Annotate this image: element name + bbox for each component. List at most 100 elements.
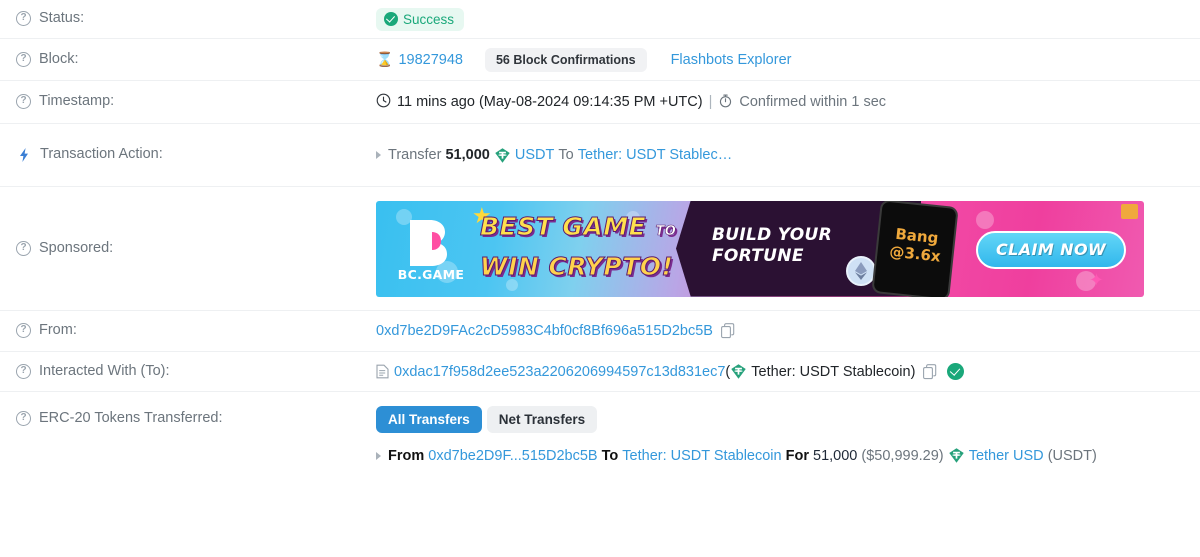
expand-caret-icon[interactable] <box>376 151 381 159</box>
copy-icon[interactable] <box>721 323 735 339</box>
close-paren: ) <box>910 363 916 380</box>
transfer-token-symbol: (USDT) <box>1047 447 1097 464</box>
row-transaction-action: Transaction Action: Transfer 51,000 USDT… <box>0 124 1200 187</box>
transaction-details-panel: ? Status: Success ? Block: ⌛ 19827948 56… <box>0 0 1200 474</box>
row-label-status: ? Status: <box>16 10 376 27</box>
banner-headline-2: WIN CRYPTO! <box>479 251 674 281</box>
check-circle-icon <box>384 12 398 26</box>
row-from: ? From: 0xd7be2D9FAc2cD5983C4bf0cf8Bf696… <box>0 311 1200 352</box>
transfer-token-name-link[interactable]: Tether USD <box>969 448 1044 464</box>
label-text: Transaction Action: <box>40 146 163 163</box>
question-circle-icon[interactable]: ? <box>16 411 31 427</box>
label-text: ERC-20 Tokens Transferred: <box>39 410 223 426</box>
transfer-for-word: For <box>785 447 809 464</box>
timestamp-absolute: (May-08-2024 09:14:35 PM +UTC) <box>478 94 703 110</box>
row-value-interacted-with: 0xdac17f958d2ee523a2206206994597c13d831e… <box>376 363 1184 380</box>
banner-headline-1: BEST GAME TO <box>479 211 677 246</box>
tab-net-transfers[interactable]: Net Transfers <box>486 406 598 433</box>
question-circle-icon[interactable]: ? <box>16 11 31 27</box>
erc20-tab-group: All Transfers Net Transfers <box>376 406 1184 433</box>
verified-check-icon <box>947 363 965 380</box>
row-sponsored: ? Sponsored: BC.GAME ★ BEST GAME TO WIN … <box>0 187 1200 311</box>
usdt-token-icon <box>494 147 511 164</box>
flashbots-explorer-link[interactable]: Flashbots Explorer <box>671 52 792 68</box>
row-timestamp: ? Timestamp: 11 mins ago (May-08-2024 09… <box>0 81 1200 124</box>
contract-address-link[interactable]: 0xdac17f958d2ee523a2206206994597c13d831e… <box>394 364 725 380</box>
block-number-link[interactable]: 19827948 <box>398 52 463 68</box>
sponsored-banner-ad[interactable]: BC.GAME ★ BEST GAME TO WIN CRYPTO! BUILD… <box>376 200 1144 297</box>
from-address-link[interactable]: 0xd7be2D9FAc2cD5983C4bf0cf8Bf696a515D2bc… <box>376 323 713 339</box>
stopwatch-icon <box>718 93 733 112</box>
row-value-timestamp: 11 mins ago (May-08-2024 09:14:35 PM +UT… <box>376 93 1184 112</box>
pink-star-icon: ✦ <box>1088 269 1104 290</box>
label-text: Status: <box>39 10 85 27</box>
bc-game-wordmark: BC.GAME <box>397 266 465 282</box>
row-erc20-transfers: ? ERC-20 Tokens Transferred: All Transfe… <box>0 392 1200 474</box>
action-verb: Transfer <box>388 147 442 163</box>
row-label-from: ? From: <box>16 322 376 339</box>
row-value-from: 0xd7be2D9FAc2cD5983C4bf0cf8Bf696a515D2bc… <box>376 323 1184 339</box>
row-label-block: ? Block: <box>16 51 376 68</box>
label-text: Sponsored: <box>39 239 114 256</box>
banner-tagline-1: BUILD YOUR <box>712 224 832 245</box>
banner-headline-to: TO <box>655 223 677 239</box>
status-badge: Success <box>376 7 465 31</box>
row-value-transaction-action: Transfer 51,000 USDT To Tether: USDT Sta… <box>376 147 1184 164</box>
action-token-link[interactable]: USDT <box>515 147 554 163</box>
row-label-sponsored: ? Sponsored: <box>16 240 376 257</box>
question-circle-icon[interactable]: ? <box>16 323 31 339</box>
action-to-word: To <box>558 147 574 163</box>
question-circle-icon[interactable]: ? <box>16 240 31 256</box>
row-label-erc20: ? ERC-20 Tokens Transferred: <box>16 406 376 427</box>
timestamp-relative: 11 mins ago <box>397 94 475 110</box>
tab-all-transfers[interactable]: All Transfers <box>376 406 482 433</box>
label-text: Interacted With (To): <box>39 362 170 379</box>
label-text: From: <box>39 322 77 339</box>
usdt-token-icon <box>948 447 965 464</box>
row-block: ? Block: ⌛ 19827948 56 Block Confirmatio… <box>0 39 1200 81</box>
block-confirmations-badge: 56 Block Confirmations <box>484 47 647 72</box>
lightning-bolt-icon <box>16 147 32 163</box>
transfer-usd-value: ($50,999.29) <box>861 447 944 464</box>
question-circle-icon[interactable]: ? <box>16 363 31 379</box>
transfer-from-word: From <box>388 447 425 464</box>
copy-icon[interactable] <box>923 363 937 380</box>
transfer-to-name-link[interactable]: Tether: USDT Stablecoin <box>622 448 781 464</box>
row-value-sponsored: BC.GAME ★ BEST GAME TO WIN CRYPTO! BUILD… <box>376 200 1184 297</box>
bc-game-mark-icon <box>404 216 458 266</box>
label-text: Timestamp: <box>39 93 115 110</box>
question-circle-icon[interactable]: ? <box>16 94 31 110</box>
contract-document-icon <box>376 364 389 379</box>
row-value-status: Success <box>376 7 1184 31</box>
row-label-transaction-action: Transaction Action: <box>16 146 376 163</box>
row-label-timestamp: ? Timestamp: <box>16 93 376 110</box>
row-label-interacted-with: ? Interacted With (To): <box>16 363 376 380</box>
bc-game-logo: BC.GAME <box>392 211 470 287</box>
clock-icon <box>376 93 391 112</box>
contract-token-name: Tether: USDT Stablecoin <box>751 363 911 380</box>
row-value-erc20: All Transfers Net Transfers From 0xd7be2… <box>376 406 1184 464</box>
expand-caret-icon[interactable] <box>376 451 381 460</box>
banner-headline-1-text: BEST GAME <box>479 211 647 241</box>
banner-multiplier: Bang @3.6x <box>879 223 952 266</box>
erc20-transfer-row: From 0xd7be2D9F...515D2bc5B To Tether: U… <box>376 447 1184 464</box>
row-value-block: ⌛ 19827948 56 Block Confirmations Flashb… <box>376 47 1184 72</box>
question-circle-icon[interactable]: ? <box>16 51 31 67</box>
row-status: ? Status: Success <box>0 0 1200 39</box>
status-badge-label: Success <box>403 11 455 27</box>
hourglass-icon: ⌛ <box>376 51 394 67</box>
timestamp-separator: | <box>708 94 713 110</box>
action-recipient-link[interactable]: Tether: USDT Stablec… <box>578 147 732 163</box>
transfer-amount: 51,000 <box>813 447 858 464</box>
banner-tagline-2: FORTUNE <box>712 245 804 266</box>
transfer-to-word: To <box>601 447 619 464</box>
label-text: Block: <box>39 50 79 67</box>
usdt-token-icon <box>730 363 747 380</box>
claim-now-button[interactable]: CLAIM NOW <box>976 230 1126 269</box>
transfer-from-address-link[interactable]: 0xd7be2D9F...515D2bc5B <box>428 448 597 464</box>
action-amount: 51,000 <box>445 147 490 163</box>
banner-tagline: BUILD YOUR FORTUNE <box>712 225 832 267</box>
timestamp-confirmed-within: Confirmed within 1 sec <box>739 94 887 110</box>
row-interacted-with: ? Interacted With (To): 0xdac17f958d2ee5… <box>0 352 1200 392</box>
fox-icon[interactable] <box>1121 203 1138 219</box>
